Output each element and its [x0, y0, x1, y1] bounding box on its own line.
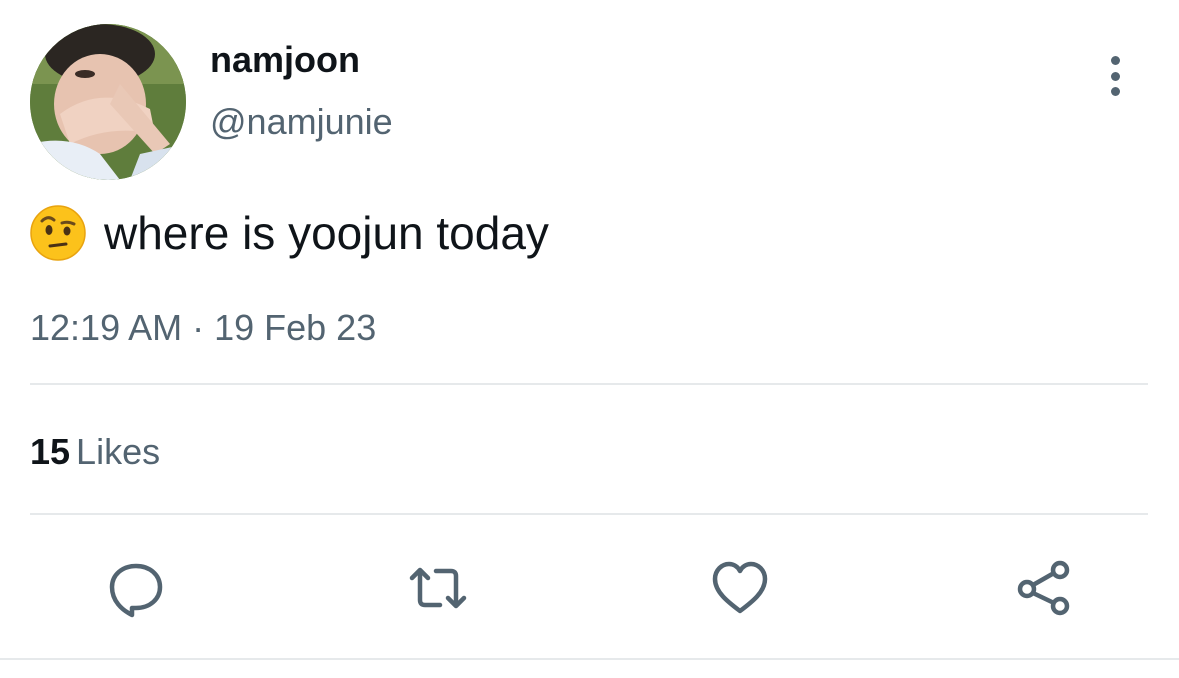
like-button[interactable]: [708, 556, 772, 620]
more-dot: [1110, 56, 1120, 65]
share-icon: [1017, 560, 1070, 616]
share-button[interactable]: [1012, 556, 1076, 620]
retweet-button[interactable]: [406, 556, 470, 620]
more-options-button[interactable]: [1098, 50, 1132, 102]
more-dot: [1110, 87, 1120, 96]
face-with-raised-eyebrow-icon: [30, 205, 86, 261]
divider: [30, 513, 1148, 515]
avatar[interactable]: [30, 24, 186, 180]
avatar-image: [30, 24, 186, 180]
more-dot: [1110, 71, 1120, 81]
likes-label: Likes: [76, 431, 161, 472]
reply-button[interactable]: [104, 556, 168, 620]
tweet-timestamp[interactable]: 12:19 AM · 19 Feb 23: [30, 306, 376, 350]
likes-count: 15: [30, 431, 71, 472]
tweet-text-body: where is yoojun today: [104, 207, 549, 259]
heart-icon: [712, 561, 768, 614]
tweet-card: namjoon @namjunie where is yoojun today …: [0, 0, 1179, 678]
likes-summary[interactable]: 15 Likes: [30, 430, 160, 474]
tweet-text: where is yoojun today: [30, 202, 549, 264]
divider: [0, 658, 1179, 660]
retweet-icon: [409, 567, 467, 609]
divider: [30, 383, 1148, 385]
user-handle[interactable]: @namjunie: [210, 100, 393, 144]
reply-icon: [109, 563, 163, 618]
display-name[interactable]: namjoon: [210, 38, 360, 82]
